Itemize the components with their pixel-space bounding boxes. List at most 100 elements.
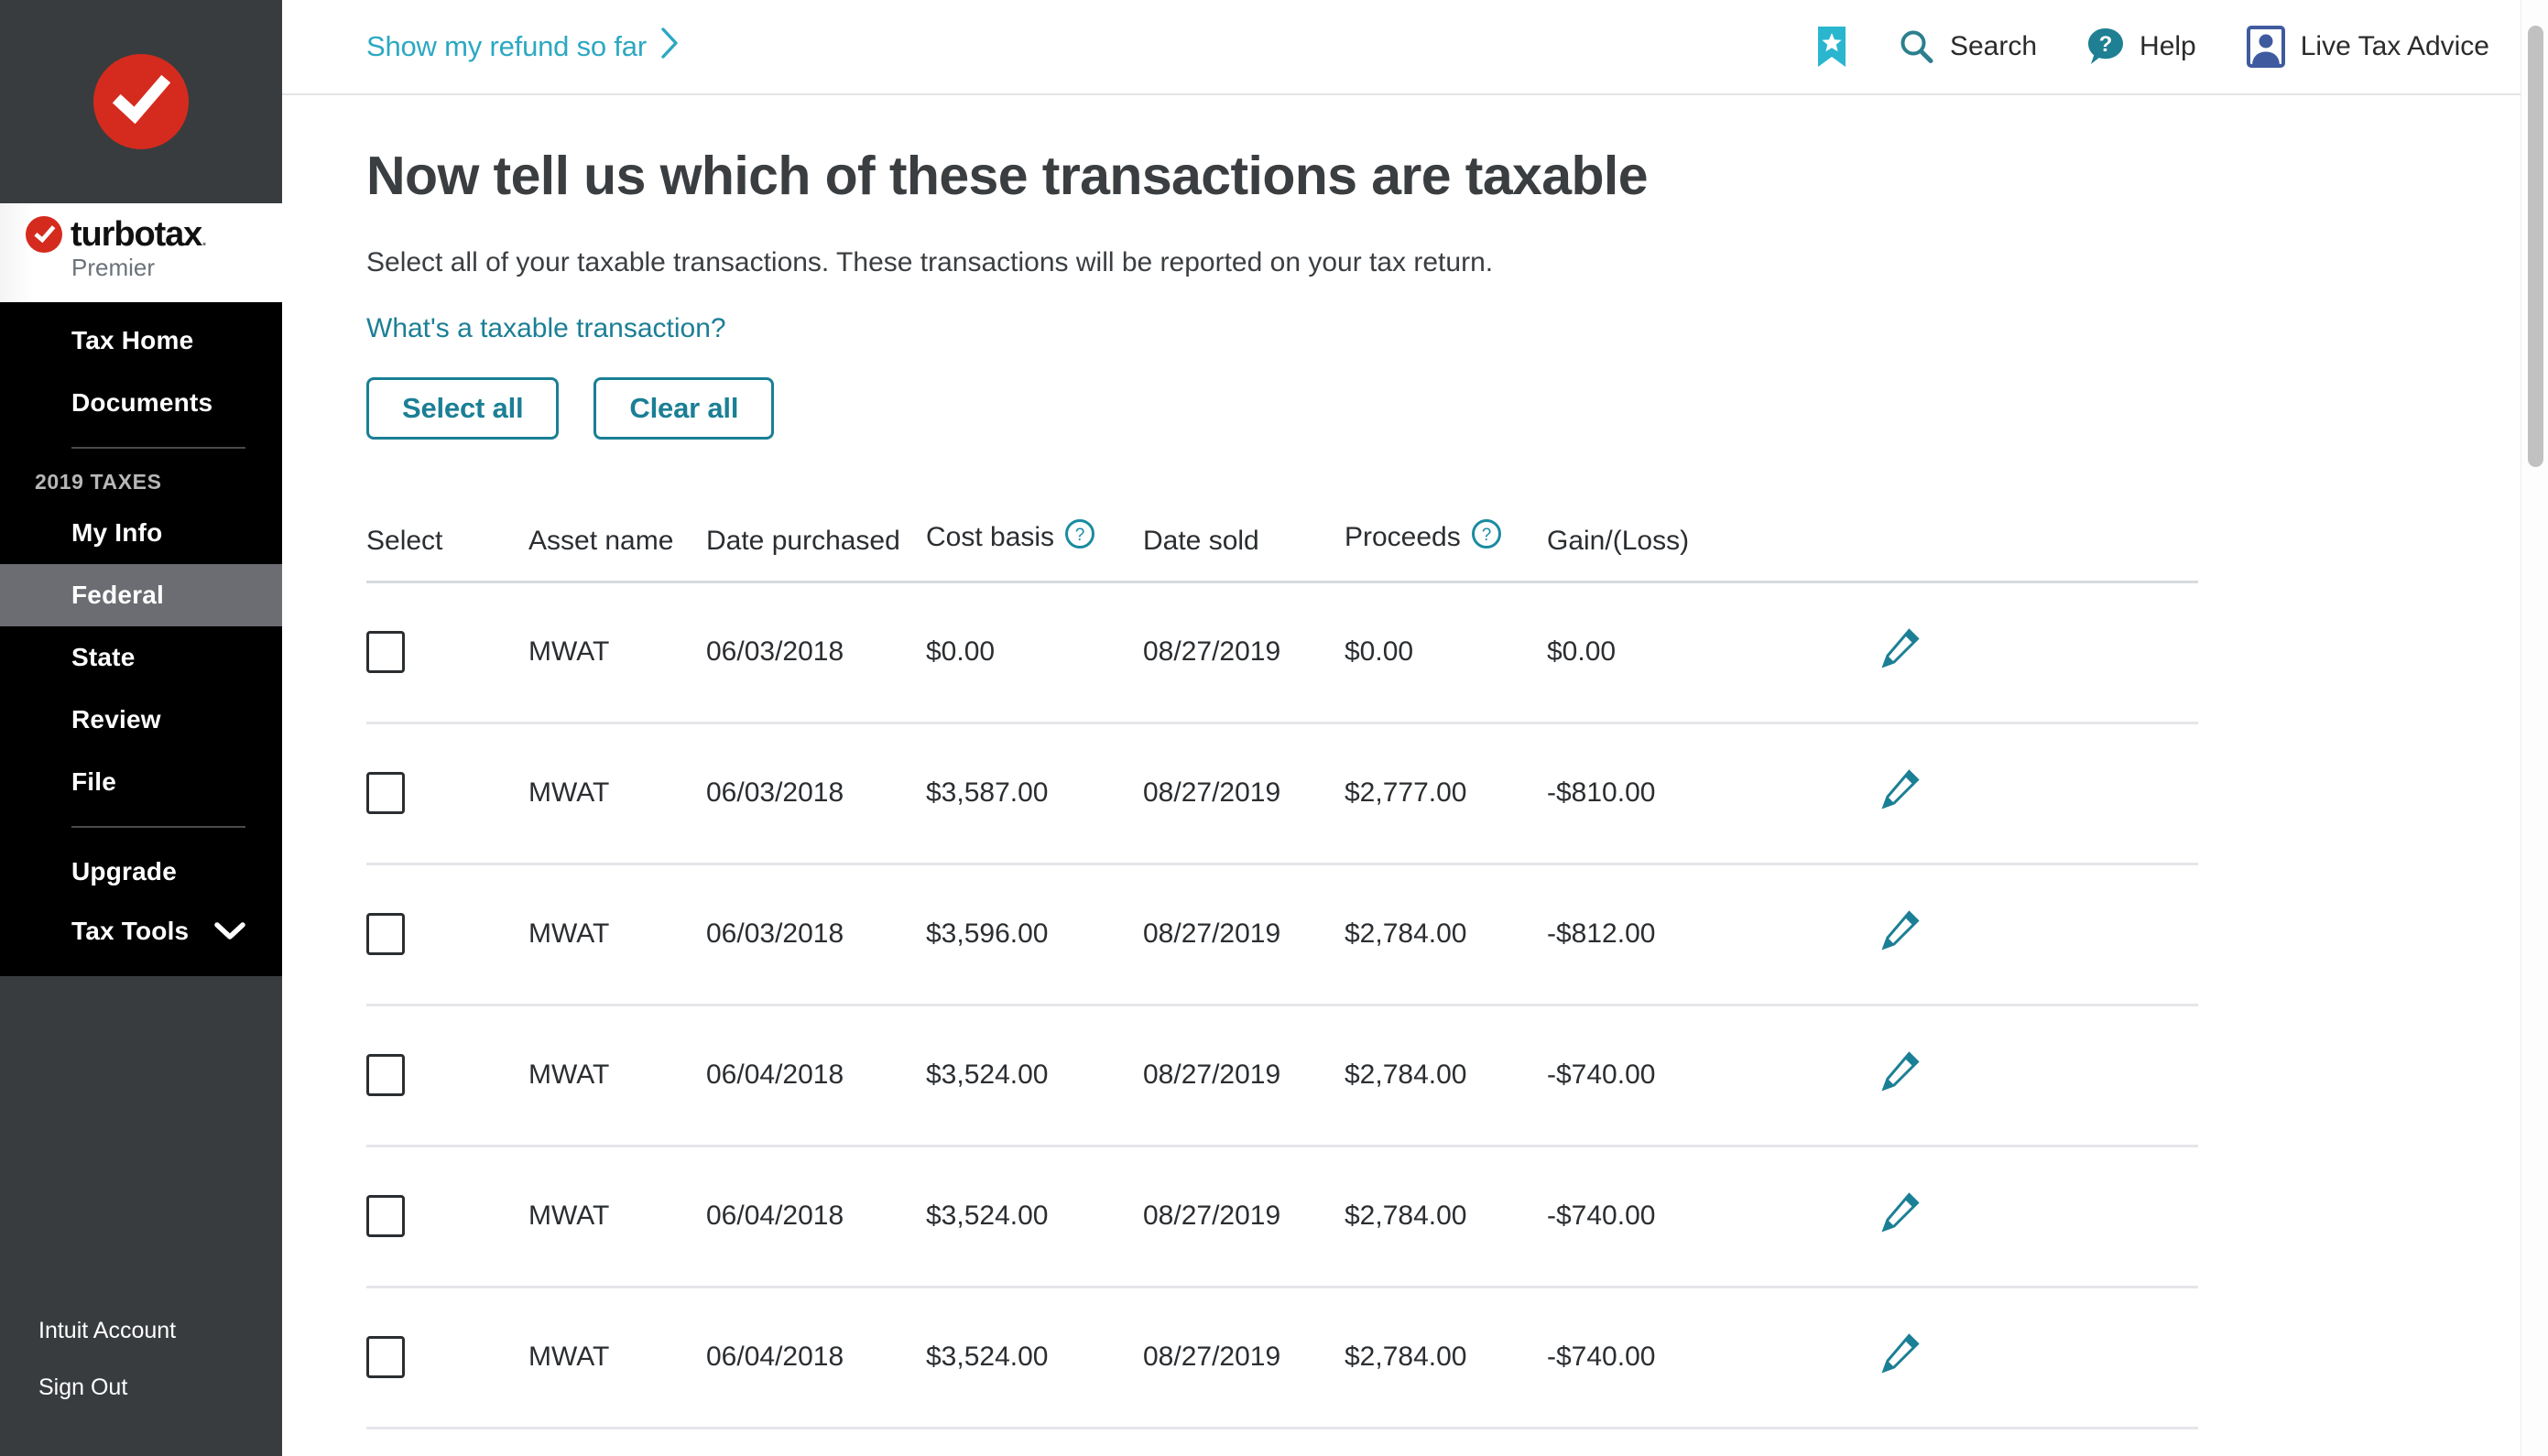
sidebar-item-label: State xyxy=(71,643,136,671)
row-checkbox[interactable] xyxy=(366,1195,405,1238)
sidebar-item-upgrade[interactable]: Upgrade xyxy=(0,841,282,903)
row-select-cell xyxy=(366,1195,528,1238)
row-checkbox[interactable] xyxy=(366,913,405,956)
sidebar-item-label: Review xyxy=(71,705,161,733)
page-content: Now tell us which of these transactions … xyxy=(282,146,2548,1429)
cell-gain-loss: -$740.00 xyxy=(1547,1059,1656,1091)
cell-gain-loss: -$810.00 xyxy=(1547,777,1656,809)
sidebar-divider-top xyxy=(71,447,245,449)
table-row[interactable]: MWAT 06/04/2018 $3,524.00 08/27/2019 $2,784.… xyxy=(366,1288,2198,1429)
search-label: Search xyxy=(1949,31,2038,61)
column-header-date-purchased: Date purchased xyxy=(706,526,926,557)
sidebar-item-file[interactable]: File xyxy=(0,751,282,813)
row-edit-cell xyxy=(1794,768,2198,818)
cell-date-purchased: 06/03/2018 xyxy=(706,636,844,668)
pencil-edit-icon[interactable] xyxy=(1878,768,1921,818)
transactions-table: Select Asset name Date purchased Cost ba… xyxy=(366,518,2198,1429)
show-refund-link[interactable]: Show my refund so far xyxy=(366,27,680,67)
row-select-cell xyxy=(366,1336,528,1379)
svg-text:?: ? xyxy=(1075,526,1085,545)
pencil-edit-icon[interactable] xyxy=(1878,627,1921,677)
row-select-cell xyxy=(366,631,528,674)
table-row[interactable]: MWAT 06/03/2018 $3,587.00 08/27/2019 $2,777.… xyxy=(366,724,2198,865)
row-checkbox[interactable] xyxy=(366,631,405,674)
sidebar-item-my-info[interactable]: My Info xyxy=(0,502,282,564)
live-tax-advice-button[interactable]: Live Tax Advice xyxy=(2246,26,2489,68)
table-row[interactable]: MWAT 06/04/2018 $3,524.00 08/27/2019 $2,784.… xyxy=(366,1147,2198,1288)
sidebar-item-label: Documents xyxy=(71,388,213,417)
sidebar-item-sign-out[interactable]: Sign Out xyxy=(0,1359,282,1416)
main-content: Show my refund so far Search ? Help Live… xyxy=(282,0,2548,1456)
cell-proceeds: $2,784.00 xyxy=(1345,1201,1467,1232)
sidebar-item-state[interactable]: State xyxy=(0,626,282,689)
sidebar-logo-block xyxy=(0,0,282,203)
vertical-scrollbar[interactable] xyxy=(2521,0,2548,1456)
column-header-cost-basis: Cost basis ? xyxy=(926,518,1143,557)
top-bar-actions: Search ? Help Live Tax Advice xyxy=(1816,25,2489,69)
sidebar-item-review[interactable]: Review xyxy=(0,689,282,751)
sidebar-item-label: Intuit Account xyxy=(38,1317,177,1343)
sidebar-item-label: Upgrade xyxy=(71,857,177,886)
taxable-transaction-help-link[interactable]: What's a taxable transaction? xyxy=(366,313,726,344)
sidebar-divider-bottom xyxy=(71,826,245,828)
cell-cost-basis: $3,524.00 xyxy=(926,1059,1049,1091)
page-title: Now tell us which of these transactions … xyxy=(366,146,1649,206)
cell-gain-loss: -$740.00 xyxy=(1547,1342,1656,1373)
cell-asset-name: MWAT xyxy=(528,918,610,950)
row-edit-cell xyxy=(1794,1191,2198,1241)
live-tax-advice-label: Live Tax Advice xyxy=(2300,31,2489,61)
cell-date-purchased: 06/04/2018 xyxy=(706,1201,844,1232)
select-all-button[interactable]: Select all xyxy=(366,376,560,440)
row-edit-cell xyxy=(1794,1050,2198,1100)
brand-block: turbotax. Premier xyxy=(0,203,282,302)
sidebar-item-label: My Info xyxy=(71,518,163,547)
sidebar-item-federal[interactable]: Federal xyxy=(0,564,282,626)
help-button[interactable]: ? Help xyxy=(2086,27,2196,67)
cell-gain-loss: -$812.00 xyxy=(1547,918,1656,950)
checkmark-circle-icon xyxy=(93,54,189,149)
row-edit-cell xyxy=(1794,1332,2198,1382)
page-subtitle: Select all of your taxable transactions.… xyxy=(366,246,1494,277)
chevron-down-icon[interactable] xyxy=(214,921,245,941)
row-checkbox[interactable] xyxy=(366,1054,405,1097)
cell-asset-name: MWAT xyxy=(528,1342,610,1373)
cell-proceeds: $0.00 xyxy=(1345,636,1414,668)
table-header-row: Select Asset name Date purchased Cost ba… xyxy=(366,518,2198,583)
sidebar-item-intuit-account[interactable]: Intuit Account xyxy=(0,1302,282,1359)
cell-cost-basis: $3,524.00 xyxy=(926,1342,1049,1373)
question-circle-icon[interactable]: ? xyxy=(1471,518,1502,557)
svg-text:?: ? xyxy=(1481,526,1491,545)
cell-asset-name: MWAT xyxy=(528,777,610,809)
pencil-edit-icon[interactable] xyxy=(1878,1050,1921,1100)
pencil-edit-icon[interactable] xyxy=(1878,909,1921,959)
scrollbar-thumb[interactable] xyxy=(2528,26,2543,467)
column-header-label: Proceeds xyxy=(1345,521,1461,552)
question-circle-icon[interactable]: ? xyxy=(1064,518,1095,557)
table-body: MWAT 06/03/2018 $0.00 08/27/2019 $0.00 $0.00 … xyxy=(366,583,2198,1429)
pencil-edit-icon[interactable] xyxy=(1878,1191,1921,1241)
table-row[interactable]: MWAT 06/04/2018 $3,524.00 08/27/2019 $2,784.… xyxy=(366,1006,2198,1147)
search-icon xyxy=(1897,27,1935,66)
cell-date-sold: 08/27/2019 xyxy=(1143,1342,1281,1373)
table-row[interactable]: MWAT 06/03/2018 $0.00 08/27/2019 $0.00 $0.00 xyxy=(366,583,2198,724)
sidebar-item-documents[interactable]: Documents xyxy=(0,372,282,434)
sidebar-nav-bottom-pad xyxy=(0,960,282,976)
row-checkbox[interactable] xyxy=(366,1336,405,1379)
bulk-action-buttons: Select all Clear all xyxy=(366,376,2548,440)
sidebar-item-tax-home[interactable]: Tax Home xyxy=(0,310,282,372)
column-header-label: Date sold xyxy=(1143,525,1259,556)
table-row[interactable]: MWAT 06/03/2018 $3,596.00 08/27/2019 $2,784.… xyxy=(366,865,2198,1006)
column-header-proceeds: Proceeds ? xyxy=(1345,518,1547,557)
row-select-cell xyxy=(366,913,528,956)
cell-asset-name: MWAT xyxy=(528,1059,610,1091)
brand-name-dot: . xyxy=(201,230,207,250)
pencil-edit-icon[interactable] xyxy=(1878,1332,1921,1382)
brand-checkmark-icon xyxy=(26,216,62,253)
brand-name: turbotax. xyxy=(71,217,207,252)
row-checkbox[interactable] xyxy=(366,772,405,815)
clear-all-button[interactable]: Clear all xyxy=(593,376,775,440)
cell-cost-basis: $3,596.00 xyxy=(926,918,1049,950)
bookmark-star-icon[interactable] xyxy=(1816,25,1847,69)
search-button[interactable]: Search xyxy=(1897,27,2037,66)
sidebar-item-tax-tools[interactable]: Tax Tools xyxy=(0,903,282,960)
